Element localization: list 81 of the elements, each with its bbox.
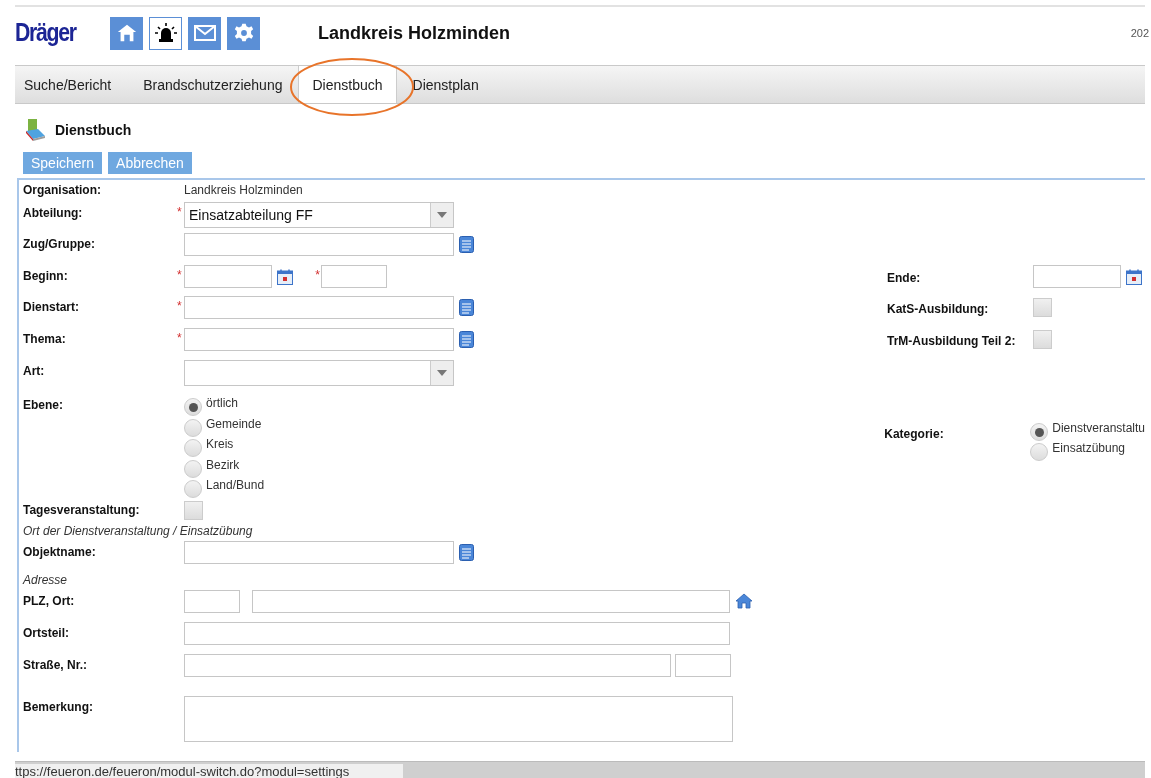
option-label: Bezirk — [206, 457, 240, 472]
text-field[interactable] — [184, 540, 454, 564]
radio-button[interactable] — [184, 439, 202, 457]
calendar-icon[interactable] — [277, 268, 293, 285]
list-icon[interactable] — [459, 331, 474, 348]
dropdown[interactable]: Einsatzabteilung FF — [184, 202, 454, 228]
list-icon[interactable] — [459, 236, 474, 253]
siren-icon[interactable] — [149, 16, 182, 50]
field-label: Ortsteil: — [23, 624, 70, 640]
book-icon — [24, 118, 46, 142]
radio-button[interactable] — [184, 418, 202, 437]
link-url: ttps://feueron.de/feueron/modul-switch.do?modul=settings — [15, 764, 403, 778]
organization-title: Landkreis Holzminden — [318, 22, 511, 44]
field-label: Straße, Nr.: — [23, 656, 89, 672]
field-label: Objektname: — [23, 543, 97, 559]
radio-button[interactable] — [184, 398, 202, 416]
text-field[interactable] — [184, 621, 730, 645]
field-label: Zug/Gruppe: — [23, 236, 96, 251]
settings-icon[interactable] — [227, 16, 260, 50]
field-label: Tagesveranstaltung: — [23, 501, 141, 517]
mail-icon[interactable] — [188, 16, 221, 50]
option-label: Dienstveranstaltu — [1052, 421, 1145, 435]
list-icon[interactable] — [459, 299, 474, 316]
required-mark: * — [177, 268, 182, 282]
home-icon[interactable] — [110, 16, 143, 50]
checkbox[interactable] — [1033, 330, 1052, 349]
page-title: Dienstbuch — [55, 122, 132, 138]
tab[interactable]: Dienstbuch — [298, 66, 397, 103]
field-label: Art: — [23, 363, 46, 378]
checkbox[interactable] — [1033, 298, 1052, 317]
field-label: Abteilung: — [23, 205, 84, 220]
field-label: Ende: — [887, 270, 922, 285]
time-field[interactable] — [321, 265, 387, 288]
caret-icon — [437, 370, 447, 376]
postcode-field[interactable] — [184, 589, 240, 613]
option-label: Gemeinde — [206, 416, 262, 431]
caret-icon — [437, 212, 447, 218]
field-label: Dienstart: — [23, 299, 80, 314]
option-label: Kreis — [206, 437, 234, 451]
radio-button[interactable] — [184, 480, 202, 498]
house-number-field[interactable] — [675, 653, 731, 677]
text-field[interactable] — [184, 328, 454, 351]
field-label: KatS-Ausbildung: — [887, 301, 990, 316]
date-text: 202 — [1130, 27, 1149, 39]
home-icon[interactable] — [735, 593, 753, 609]
required-mark: * — [177, 205, 182, 219]
field-label: Organisation: — [23, 182, 102, 197]
calendar-icon[interactable] — [1126, 268, 1142, 285]
date-field[interactable] — [184, 265, 272, 288]
tab[interactable]: Dienstplan — [396, 66, 495, 103]
remark-field[interactable] — [184, 695, 733, 742]
option-label: Land/Bund — [206, 478, 265, 492]
list-icon[interactable] — [459, 543, 474, 561]
radio-button[interactable] — [184, 459, 202, 478]
radio-button[interactable] — [1030, 423, 1049, 441]
logo: Dräger — [15, 17, 78, 47]
field-label: Beginn: — [23, 268, 69, 283]
city-field[interactable] — [252, 589, 730, 613]
text-field[interactable] — [184, 296, 454, 319]
street-field[interactable] — [184, 653, 671, 677]
checkbox[interactable] — [184, 500, 203, 520]
radio-button[interactable] — [1030, 443, 1049, 461]
field-value: Landkreis Holzminden — [184, 182, 303, 197]
section-heading: Ort der Dienstveranstaltung / Einsatzübung — [23, 523, 254, 538]
date-field[interactable] — [1033, 265, 1121, 288]
option-label: örtlich — [206, 396, 238, 410]
field-label: PLZ, Ort: — [23, 592, 76, 608]
option-label: Einsatzübung — [1052, 441, 1125, 455]
required-mark: * — [177, 299, 182, 313]
field-label: TrM-Ausbildung Teil 2: — [887, 333, 1017, 348]
tab[interactable]: Suche/Bericht — [15, 66, 128, 103]
field-label: Thema: — [23, 331, 67, 346]
field-label: Ebene: — [23, 397, 64, 412]
field-label: Kategorie: — [884, 426, 945, 441]
text-field[interactable] — [184, 233, 454, 256]
dropdown[interactable] — [184, 360, 454, 386]
field-label: Bemerkung: — [23, 698, 94, 714]
required-mark: * — [315, 268, 320, 282]
section-heading: Adresse — [23, 572, 69, 587]
tab[interactable]: Brandschutzerziehung — [127, 66, 299, 103]
required-mark: * — [177, 331, 182, 345]
